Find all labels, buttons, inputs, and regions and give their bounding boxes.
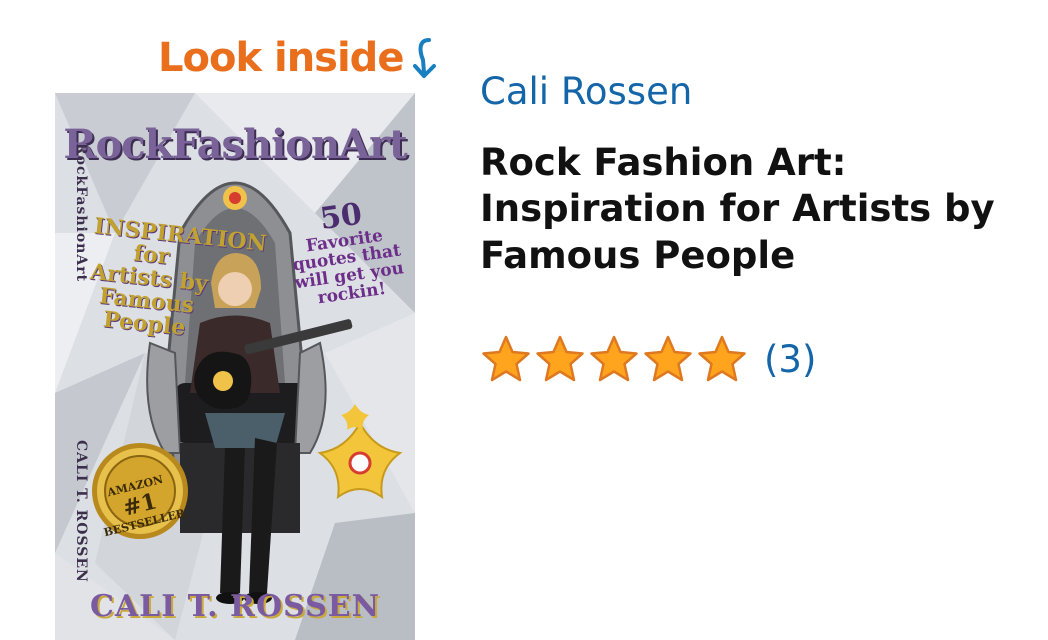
book-title[interactable]: Rock Fashion Art: Inspiration for Artist… [480,140,1040,279]
review-count-link[interactable]: (3) [764,341,816,378]
cover-spine: RockFashionArt CALI T. ROSSEN [59,143,89,583]
cover-artwork [55,93,415,640]
author-link[interactable]: Cali Rossen [480,70,692,114]
cover-inspiration-text: INSPIRATION for Artists by Famous People [89,213,268,342]
curved-down-arrow-icon [407,36,441,80]
star-icon [480,334,532,384]
cover-spine-author: CALI T. ROSSEN [73,440,89,583]
rating-row: (3) [480,333,816,385]
star-icon [696,334,748,384]
cover-author-text: CALI T. ROSSEN [89,589,381,624]
cover-spine-title: RockFashionArt [73,143,89,283]
cover-title-text: RockFashionArt [63,121,407,168]
star-icon [588,334,640,384]
look-inside-button[interactable]: Look inside [158,30,441,86]
cover-quotes-callout: 50 Favorite quotes that will get you roc… [274,192,415,312]
look-inside-label: Look inside [158,35,404,81]
star-icon [534,334,586,384]
star-rating[interactable] [480,334,750,384]
star-icon [642,334,694,384]
book-cover-image[interactable]: RockFashionArt RockFashionArt CALI T. RO… [55,93,415,640]
